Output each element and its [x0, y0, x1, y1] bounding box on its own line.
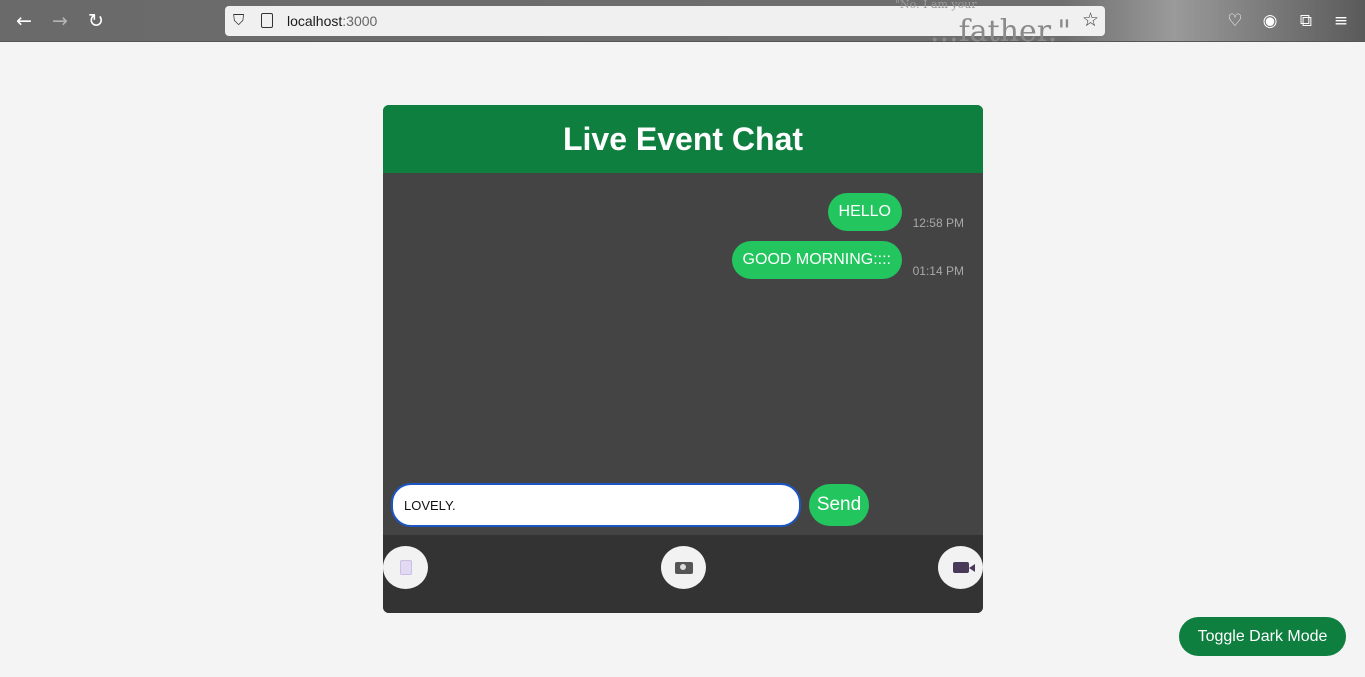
chat-title: Live Event Chat — [383, 105, 983, 173]
theme-quote-large: ...father." — [930, 14, 1072, 49]
compose-row: Send — [383, 481, 983, 535]
message-item: GOOD MORNING:::: 01:14 PM — [731, 241, 964, 279]
message-bubble: GOOD MORNING:::: — [731, 241, 902, 279]
menu-icon[interactable]: ≡ — [1330, 10, 1352, 32]
account-icon[interactable]: ◉ — [1259, 10, 1281, 32]
attach-photo-button[interactable] — [661, 546, 706, 589]
message-time: 12:58 PM — [912, 216, 964, 230]
message-bubble: HELLO — [827, 193, 902, 231]
back-arrow-icon[interactable]: ← — [12, 9, 36, 33]
document-icon — [399, 560, 412, 575]
message-item: HELLO 12:58 PM — [827, 193, 964, 231]
extensions-icon[interactable]: ⧉ — [1295, 10, 1317, 32]
video-camera-icon — [952, 562, 969, 573]
attachment-bar — [383, 535, 983, 613]
theme-quote-small: "No. I am your — [895, 0, 977, 11]
url-text[interactable]: localhost:3000 — [287, 13, 377, 29]
forward-arrow-icon[interactable]: → — [48, 9, 72, 33]
browser-toolbar: ← → ↻ ⛉ localhost:3000 ☆ "No. I am your … — [0, 0, 1365, 49]
pocket-icon[interactable]: ♡ — [1224, 10, 1246, 32]
bookmark-star-icon[interactable]: ☆ — [1082, 9, 1099, 31]
message-time: 01:14 PM — [912, 264, 964, 278]
reload-icon[interactable]: ↻ — [84, 9, 108, 33]
message-input[interactable] — [391, 483, 801, 527]
chat-container: Live Event Chat HELLO 12:58 PM GOOD MORN… — [383, 105, 983, 613]
camera-icon — [674, 561, 693, 574]
attach-document-button[interactable] — [383, 546, 428, 589]
shield-icon[interactable]: ⛉ — [233, 11, 251, 31]
send-button[interactable]: Send — [809, 484, 869, 526]
toggle-dark-mode-button[interactable]: Toggle Dark Mode — [1179, 617, 1346, 656]
attach-video-button[interactable] — [938, 546, 983, 589]
page-icon — [261, 13, 273, 28]
